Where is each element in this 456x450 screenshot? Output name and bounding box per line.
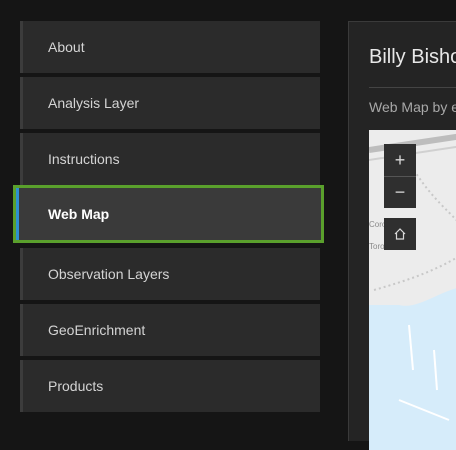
sidebar-nav: About Analysis Layer Instructions Web Ma… <box>13 21 324 416</box>
panel-subtitle: Web Map by e <box>369 99 456 115</box>
home-icon <box>394 228 406 240</box>
content-panel: Billy Bishop Web Map by e Corona Toronto… <box>348 21 456 450</box>
nav-item-instructions[interactable]: Instructions <box>20 133 320 185</box>
divider <box>369 87 456 88</box>
nav-item-about[interactable]: About <box>20 21 320 73</box>
nav-item-products[interactable]: Products <box>20 360 320 412</box>
nav-item-label: Analysis Layer <box>48 95 140 111</box>
nav-item-label: GeoEnrichment <box>48 322 146 338</box>
nav-item-geoenrichment[interactable]: GeoEnrichment <box>20 304 320 356</box>
nav-item-analysis-layer[interactable]: Analysis Layer <box>20 77 320 129</box>
plus-icon: + <box>394 149 406 170</box>
nav-item-observation-layers[interactable]: Observation Layers <box>20 248 320 300</box>
minus-icon: − <box>394 182 406 202</box>
home-button[interactable] <box>384 218 416 250</box>
nav-item-label: Products <box>48 378 104 394</box>
nav-item-label: Instructions <box>48 151 120 167</box>
nav-item-label: Observation Layers <box>48 266 170 282</box>
zoom-controls: + − <box>384 144 416 208</box>
zoom-out-button[interactable]: − <box>384 176 416 208</box>
nav-item-web-map[interactable]: Web Map <box>13 185 324 243</box>
panel-title: Billy Bishop <box>369 46 456 68</box>
web-map[interactable]: Corona Toronto + − <box>369 130 456 450</box>
nav-item-label: Web Map <box>48 206 110 222</box>
zoom-in-button[interactable]: + <box>384 144 416 176</box>
nav-item-label: About <box>48 39 85 55</box>
